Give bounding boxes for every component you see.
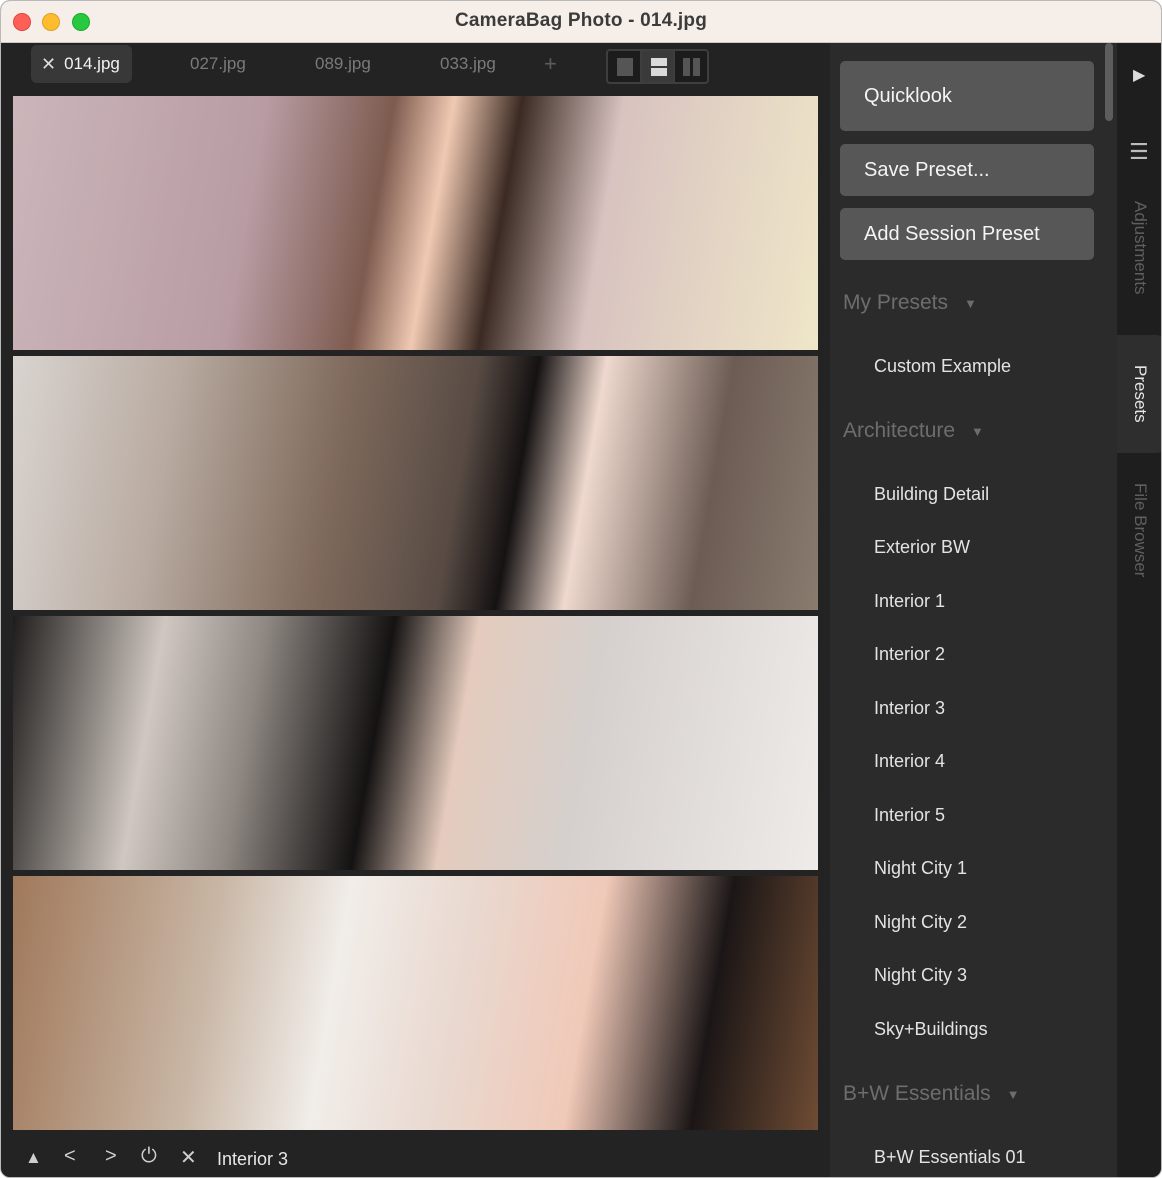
- presets-panel: Quicklook Save Preset... Add Session Pre…: [830, 43, 1117, 1177]
- group-bw-essentials[interactable]: B+W Essentials ▼: [843, 1082, 1020, 1106]
- bottom-toolbar: ▲ < > ⏻ ✕ Interior 3: [1, 1141, 830, 1177]
- photo-preview-2[interactable]: [13, 356, 818, 610]
- save-preset-button[interactable]: Save Preset...: [840, 144, 1094, 196]
- panel-scrollbar[interactable]: [1105, 43, 1113, 121]
- tab-033[interactable]: 033.jpg: [440, 45, 496, 83]
- preset-item[interactable]: Custom Example: [874, 356, 1011, 377]
- single-layout-icon[interactable]: [608, 51, 642, 82]
- tab-089[interactable]: 089.jpg: [315, 45, 371, 83]
- title-bar: CameraBag Photo - 014.jpg: [1, 1, 1161, 43]
- triangle-down-icon: ▼: [971, 423, 984, 439]
- preset-item[interactable]: Building Detail: [874, 484, 989, 505]
- preset-item[interactable]: Interior 5: [874, 805, 945, 826]
- group-title-label: B+W Essentials: [843, 1082, 991, 1105]
- preset-item[interactable]: Interior 4: [874, 751, 945, 772]
- quicklook-button[interactable]: Quicklook: [840, 61, 1094, 131]
- image-strip: [13, 96, 818, 1136]
- preset-item[interactable]: Night City 2: [874, 912, 967, 933]
- tab-file-browser[interactable]: File Browser: [1117, 475, 1161, 615]
- add-session-preset-button[interactable]: Add Session Preset: [840, 208, 1094, 260]
- side-rail: ▶ ☰ Adjustments Presets File Browser: [1117, 43, 1161, 1177]
- tab-027[interactable]: 027.jpg: [190, 45, 246, 83]
- group-architecture[interactable]: Architecture ▼: [843, 419, 984, 443]
- image-tab-bar: ✕ 014.jpg 027.jpg 089.jpg 033.jpg +: [1, 43, 830, 89]
- preset-item[interactable]: Sky+Buildings: [874, 1019, 988, 1040]
- current-preset-label: Interior 3: [217, 1149, 289, 1169]
- layout-switcher: [606, 49, 709, 84]
- chevron-left-icon[interactable]: <: [64, 1145, 76, 1168]
- close-icon[interactable]: ✕: [180, 1145, 197, 1170]
- triangle-down-icon: ▼: [1006, 1086, 1020, 1102]
- window-title: CameraBag Photo - 014.jpg: [454, 10, 708, 31]
- tab-label: 027.jpg: [190, 54, 246, 73]
- preset-item[interactable]: Interior 3: [874, 698, 945, 719]
- power-icon[interactable]: ⏻: [141, 1145, 157, 1168]
- chevron-right-icon[interactable]: >: [105, 1145, 117, 1168]
- tab-label: 089.jpg: [315, 54, 371, 73]
- photo-preview-3[interactable]: [13, 616, 818, 870]
- rows-layout-icon[interactable]: [641, 51, 676, 82]
- photo-preview-4[interactable]: [13, 876, 818, 1130]
- app-window: CameraBag Photo - 014.jpg ✕ 014.jpg 027.…: [0, 0, 1162, 1178]
- preset-item[interactable]: Night City 1: [874, 858, 967, 879]
- group-my-presets[interactable]: My Presets ▼: [843, 291, 977, 315]
- play-icon[interactable]: ▶: [1133, 65, 1145, 85]
- add-tab-button[interactable]: +: [544, 51, 557, 77]
- photo-area: ✕ 014.jpg 027.jpg 089.jpg 033.jpg + ▲ < …: [1, 43, 830, 1177]
- preset-item[interactable]: Interior 1: [874, 591, 945, 612]
- preset-item[interactable]: Night City 3: [874, 965, 967, 986]
- preset-item[interactable]: Exterior BW: [874, 537, 970, 558]
- group-title-label: Architecture: [843, 419, 956, 442]
- preset-item[interactable]: B+W Essentials 01: [874, 1147, 1026, 1168]
- group-title-label: My Presets: [843, 291, 949, 314]
- photo-preview-1[interactable]: [13, 96, 818, 350]
- tab-014[interactable]: ✕ 014.jpg: [31, 45, 132, 83]
- tab-adjustments[interactable]: Adjustments: [1117, 193, 1161, 333]
- hamburger-icon[interactable]: ☰: [1129, 139, 1149, 165]
- triangle-up-icon[interactable]: ▲: [25, 1148, 42, 1168]
- tab-label: 014.jpg: [64, 54, 120, 73]
- tab-presets[interactable]: Presets: [1117, 335, 1161, 453]
- triangle-down-icon: ▼: [964, 295, 977, 311]
- close-icon[interactable]: ✕: [41, 54, 56, 75]
- tab-label: 033.jpg: [440, 54, 496, 73]
- preset-item[interactable]: Interior 2: [874, 644, 945, 665]
- columns-layout-icon[interactable]: [675, 51, 707, 82]
